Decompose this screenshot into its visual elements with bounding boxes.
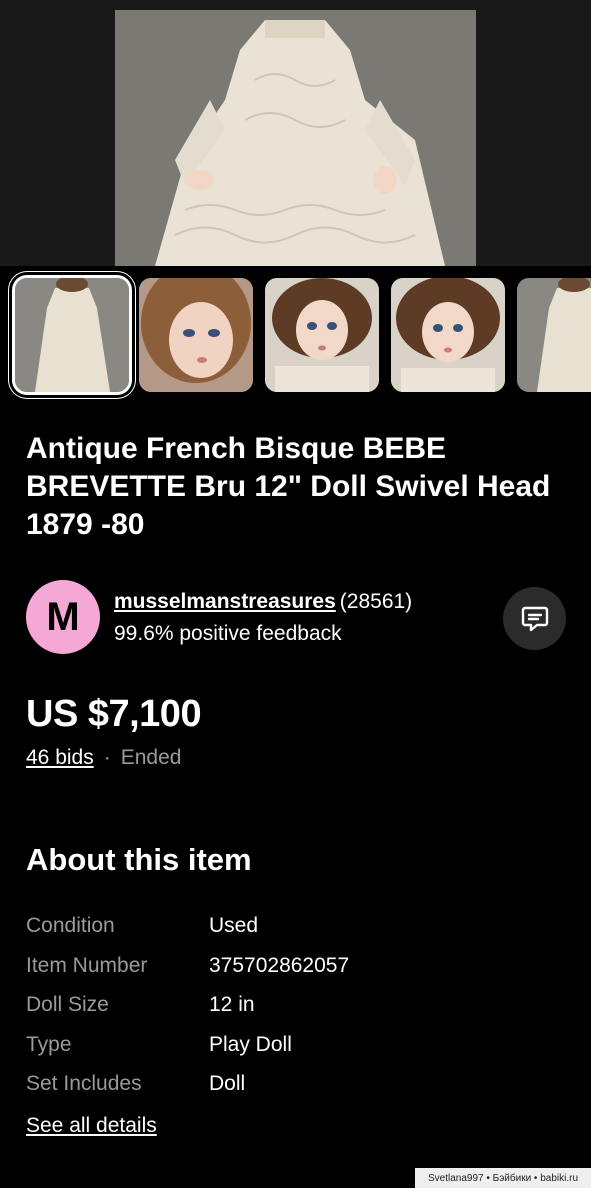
spec-value: Used: [209, 914, 259, 937]
hero-image-area: [0, 0, 591, 266]
spec-row: Set Includes Doll: [26, 1072, 566, 1112]
spec-label: Item Number: [26, 953, 148, 977]
seller-avatar[interactable]: M: [26, 580, 100, 654]
seller-rating-count: (28561): [339, 590, 413, 613]
watermark: Svetlana997 • Бэйбики • babiki.ru: [415, 1168, 591, 1188]
about-heading: About this item: [26, 842, 252, 877]
seller-feedback: 99.6% positive feedback: [114, 622, 342, 645]
seller-name-row: musselmanstreasures (28561): [114, 590, 412, 614]
seller-name-link[interactable]: musselmanstreasures: [114, 590, 336, 613]
thumbnail-5[interactable]: [517, 278, 591, 392]
spec-label: Set Includes: [26, 1072, 142, 1095]
chat-bubble-icon: [521, 606, 548, 631]
listing-title: Antique French Bisque BEBE BREVETTE Bru …: [26, 432, 551, 541]
thumbnail-strip: [0, 266, 591, 406]
item-specifics: Condition Used Item Number 375702862057 …: [26, 914, 566, 1112]
price: US $7,100: [26, 693, 202, 735]
seller-info: M musselmanstreasures (28561) 99.6% posit…: [26, 580, 566, 656]
spec-row: Item Number 375702862057: [26, 954, 566, 994]
spec-value: Play Doll: [209, 1032, 292, 1056]
listing-status: Ended: [120, 746, 182, 769]
spec-label: Condition: [26, 914, 115, 937]
spec-row: Type Play Doll: [26, 1033, 566, 1073]
thumbnail-3[interactable]: [265, 278, 379, 392]
spec-row: Condition Used: [26, 914, 566, 954]
product-main-photo[interactable]: [115, 10, 476, 266]
spec-value: Doll: [209, 1072, 246, 1095]
thumbnail-1[interactable]: [15, 278, 129, 392]
spec-label: Type: [26, 1032, 72, 1056]
spec-value: 12 in: [209, 993, 255, 1016]
contact-seller-button[interactable]: [503, 587, 566, 650]
see-all-details-link[interactable]: See all details: [26, 1114, 157, 1138]
bids-link[interactable]: 46 bids: [26, 746, 94, 769]
spec-label: Doll Size: [26, 993, 109, 1016]
separator-dot: ·: [103, 746, 111, 769]
spec-value: 375702862057: [209, 953, 350, 977]
thumbnail-4[interactable]: [391, 278, 505, 392]
spec-row: Doll Size 12 in: [26, 993, 566, 1033]
thumbnail-2[interactable]: [139, 278, 253, 392]
bids-row: 46 bids · Ended: [26, 746, 181, 770]
